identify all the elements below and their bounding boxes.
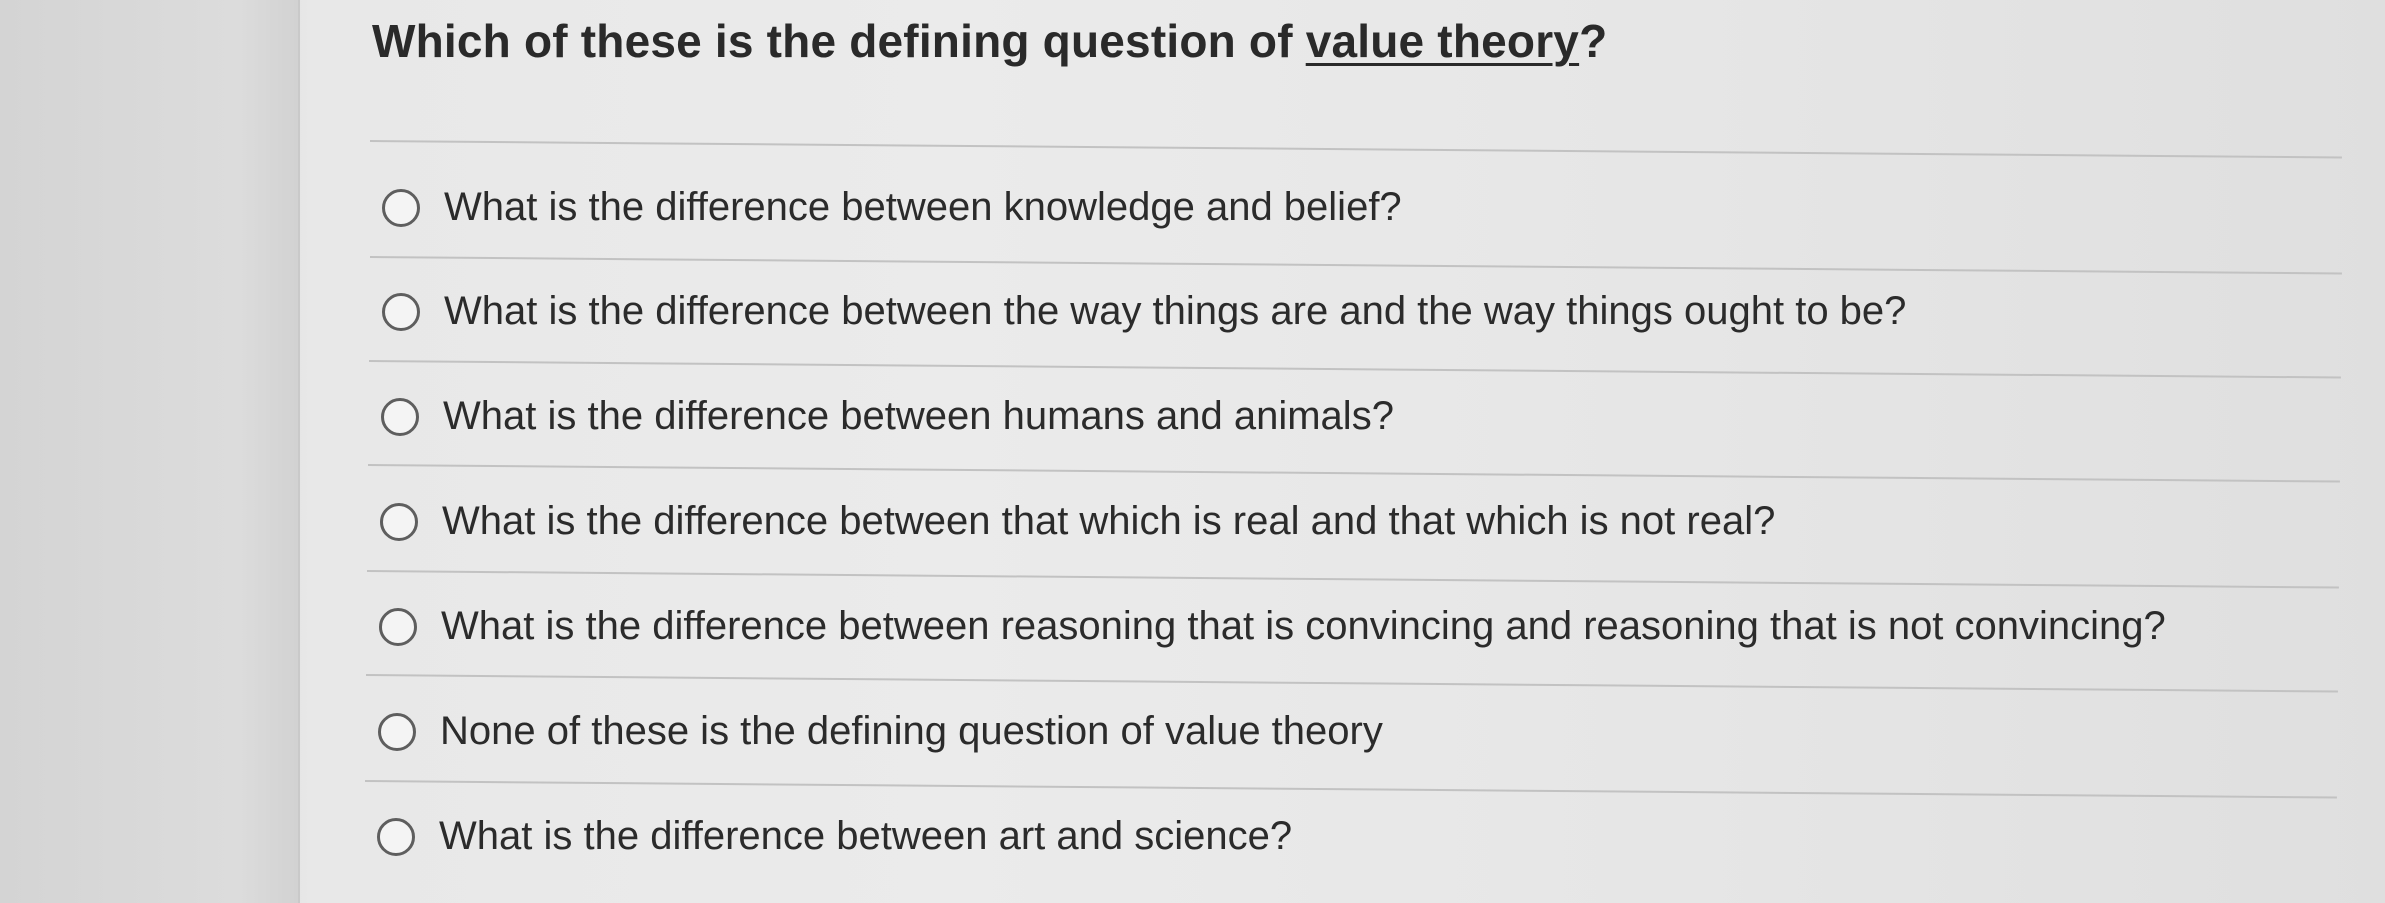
- answer-options: What is the difference between knowledge…: [302, 0, 2385, 903]
- option-divider: [367, 464, 2340, 483]
- left-sidebar: [0, 0, 300, 903]
- radio-button[interactable]: [381, 397, 419, 436]
- question-panel: Which of these is the defining question …: [302, 0, 2385, 903]
- answer-option-label: What is the difference between reasoning…: [441, 604, 2166, 648]
- radio-button[interactable]: [379, 607, 417, 646]
- radio-button[interactable]: [377, 817, 415, 856]
- answer-option-label: What is the difference between art and s…: [439, 814, 1293, 858]
- answer-option-label: What is the difference between the way t…: [444, 289, 1907, 333]
- radio-button[interactable]: [378, 712, 416, 751]
- quiz-page: Which of these is the defining question …: [0, 0, 2385, 903]
- answer-option[interactable]: None of these is the defining question o…: [378, 709, 1383, 754]
- answer-option-label: None of these is the defining question o…: [440, 709, 1383, 753]
- option-divider: [365, 674, 2338, 693]
- answer-option-label: What is the difference between knowledge…: [444, 185, 1402, 229]
- option-divider: [369, 256, 2342, 275]
- radio-button[interactable]: [382, 188, 420, 227]
- option-divider: [368, 360, 2341, 379]
- answer-option[interactable]: What is the difference between the way t…: [382, 289, 1906, 334]
- answer-option-label: What is the difference between that whic…: [442, 499, 1776, 543]
- option-divider: [366, 570, 2339, 589]
- option-divider: [364, 780, 2337, 799]
- answer-option[interactable]: What is the difference between reasoning…: [379, 604, 2166, 649]
- radio-button[interactable]: [380, 502, 418, 541]
- radio-button[interactable]: [382, 292, 420, 331]
- answer-option[interactable]: What is the difference between that whic…: [380, 499, 1775, 544]
- answer-option[interactable]: What is the difference between humans an…: [381, 394, 1394, 439]
- answer-option-label: What is the difference between humans an…: [443, 394, 1394, 438]
- answer-option[interactable]: What is the difference between knowledge…: [382, 185, 1402, 230]
- answer-option[interactable]: What is the difference between art and s…: [377, 814, 1292, 859]
